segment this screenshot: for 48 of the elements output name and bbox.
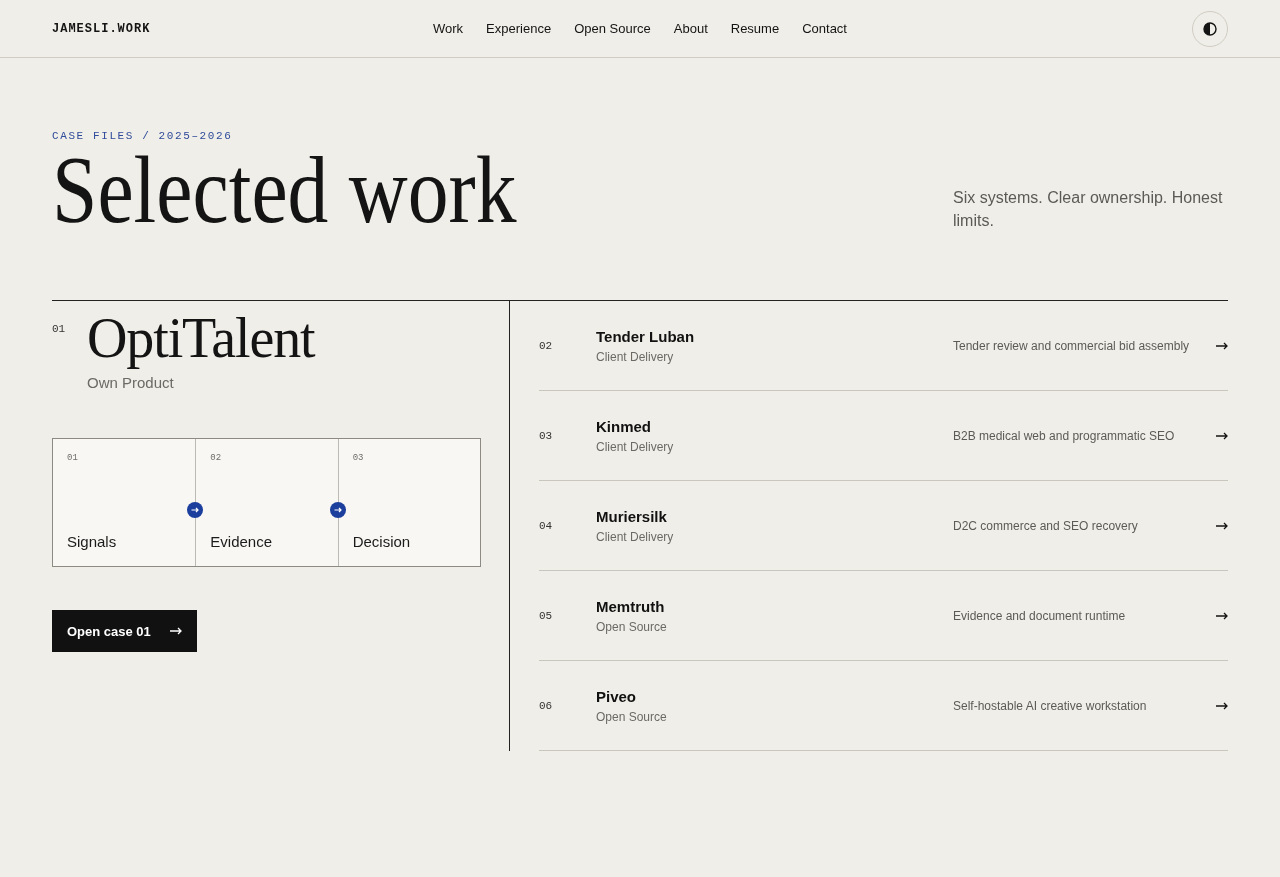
- nav-link[interactable]: About: [673, 21, 708, 36]
- case-summary: Tender review and commercial bid assembly: [953, 338, 1191, 353]
- case-number: 03: [539, 429, 553, 442]
- case-title: Muriersilk: [596, 507, 667, 525]
- flow-step-label: Evidence: [210, 533, 273, 550]
- arrow-circle-icon: [329, 502, 346, 518]
- case-category: Client Delivery: [596, 349, 674, 364]
- page-title: Selected work: [52, 146, 517, 234]
- arrow-icon: [170, 627, 182, 635]
- arrow-icon: [1216, 341, 1228, 350]
- arrow-icon: [1216, 431, 1228, 440]
- case-summary: B2B medical web and programmatic SEO: [953, 428, 1176, 443]
- flow-step-number: 02: [210, 453, 222, 463]
- site-logo[interactable]: JAMESLI.WORK: [52, 21, 151, 36]
- case-category: Client Delivery: [596, 529, 674, 544]
- case-category: Open Source: [596, 619, 667, 634]
- nav-link[interactable]: Resume: [730, 21, 780, 36]
- case-category: Own Product: [87, 374, 174, 392]
- flow-step-label: Signals: [67, 533, 117, 550]
- case-title: Memtruth: [596, 597, 665, 615]
- tagline-text: Six systems. Clear ownership. Honest limits.: [953, 188, 1224, 231]
- flow-step-label: Decision: [352, 533, 411, 550]
- flow-step-number: 01: [67, 453, 78, 463]
- case-number: 06: [539, 699, 553, 712]
- nav-link[interactable]: Open Source: [574, 21, 651, 36]
- open-case-button[interactable]: Open case 01: [52, 610, 197, 652]
- nav-link[interactable]: Work: [433, 21, 464, 36]
- arrow-icon: [1216, 521, 1228, 530]
- arrow-icon: [1216, 611, 1228, 620]
- case-number: 04: [539, 519, 553, 532]
- case-number: 02: [539, 339, 553, 352]
- arrow-icon: [1216, 701, 1228, 710]
- eyebrow-label: CASE FILES / 2025–2026: [52, 130, 233, 142]
- case-summary: Self-hostable AI creative workstation: [953, 698, 1148, 713]
- case-category: Open Source: [596, 709, 667, 724]
- case-summary: D2C commerce and SEO recovery: [953, 518, 1139, 533]
- case-category: Client Delivery: [596, 439, 674, 454]
- nav-link[interactable]: Contact: [802, 21, 847, 36]
- nav-link[interactable]: Experience: [486, 21, 552, 36]
- case-title: Piveo: [596, 687, 637, 705]
- flow-step-number: 03: [352, 453, 364, 463]
- contrast-icon: [1203, 21, 1217, 36]
- case-number: 05: [539, 609, 553, 622]
- arrow-circle-icon: [187, 502, 204, 518]
- case-summary: Evidence and document runtime: [953, 608, 1127, 623]
- case-title: Tender Luban: [596, 327, 695, 345]
- case-title: Kinmed: [596, 417, 651, 435]
- case-number: 01: [52, 323, 66, 335]
